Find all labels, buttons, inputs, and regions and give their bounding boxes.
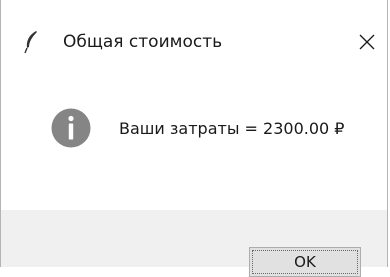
dialog-content: Ваши затраты = 2300.00 ₽	[1, 80, 387, 210]
feather-icon	[24, 31, 37, 54]
dialog-footer: OK	[1, 210, 387, 277]
title-bar[interactable]: Общая стоимость	[1, 0, 387, 80]
message-dialog: Общая стоимость Ваши затраты = 2300.00 ₽…	[0, 0, 388, 277]
close-button[interactable]	[347, 22, 387, 62]
dialog-message: Ваши затраты = 2300.00 ₽	[119, 119, 345, 138]
close-icon	[359, 34, 375, 50]
ok-button[interactable]: OK	[249, 247, 361, 277]
window-title: Общая стоимость	[63, 32, 223, 52]
info-icon	[51, 108, 91, 148]
